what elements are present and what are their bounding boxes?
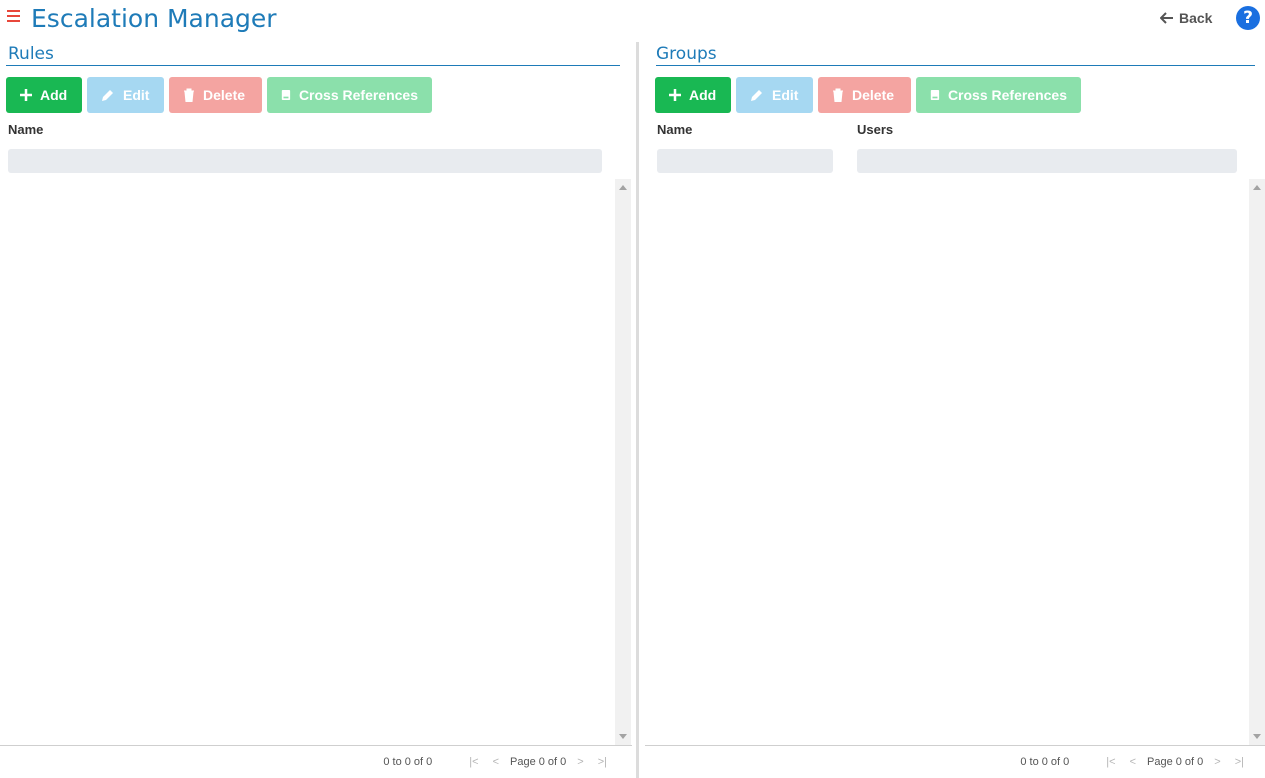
rules-toolbar: Add Edit Delete Cross References	[6, 77, 432, 113]
scroll-down-icon[interactable]	[619, 734, 627, 739]
next-page-icon[interactable]: >	[577, 756, 583, 768]
groups-vertical-scrollbar[interactable]	[1249, 179, 1265, 745]
groups-edit-label: Edit	[772, 87, 799, 103]
trash-icon	[184, 88, 194, 102]
arrow-left-icon	[1160, 12, 1173, 24]
rules-add-label: Add	[40, 87, 68, 103]
last-page-icon[interactable]: >|	[1235, 756, 1244, 768]
app-header: Escalation Manager Back ?	[0, 0, 1265, 38]
groups-edit-button[interactable]: Edit	[736, 77, 813, 113]
page-title: Escalation Manager	[31, 4, 277, 33]
hamburger-menu-icon[interactable]	[7, 10, 20, 22]
trash-icon	[833, 88, 843, 102]
rules-edit-button[interactable]: Edit	[87, 77, 164, 113]
groups-delete-button[interactable]: Delete	[818, 77, 911, 113]
groups-column-name-header[interactable]: Name	[657, 122, 692, 137]
book-icon	[930, 90, 940, 100]
pencil-icon	[102, 90, 113, 101]
groups-cross-references-button[interactable]: Cross References	[916, 77, 1081, 113]
rules-column-name-header[interactable]: Name	[8, 122, 43, 137]
groups-page-indicator: Page 0 of 0	[1147, 756, 1204, 768]
groups-title-divider	[656, 65, 1255, 66]
rules-grid-body	[0, 179, 615, 745]
previous-page-icon[interactable]: <	[493, 756, 499, 768]
groups-column-users-header[interactable]: Users	[857, 122, 893, 137]
groups-cross-references-label: Cross References	[947, 87, 1067, 103]
scroll-down-icon[interactable]	[1253, 734, 1261, 739]
groups-title: Groups	[656, 44, 717, 64]
groups-grid-body	[645, 179, 1249, 745]
rules-pagination-footer: 0 to 0 of 0 |< < Page 0 of 0 > >|	[0, 745, 632, 778]
groups-delete-label: Delete	[852, 87, 895, 103]
question-circle-icon[interactable]: ?	[1236, 6, 1260, 30]
rules-title: Rules	[8, 44, 54, 64]
rules-row-summary: 0 to 0 of 0	[383, 756, 433, 768]
groups-name-filter-input[interactable]	[657, 149, 833, 173]
rules-add-button[interactable]: Add	[6, 77, 82, 113]
last-page-icon[interactable]: >|	[598, 756, 607, 768]
rules-cross-references-label: Cross References	[298, 87, 418, 103]
scroll-up-icon[interactable]	[619, 185, 627, 190]
rules-delete-label: Delete	[203, 87, 246, 103]
scroll-up-icon[interactable]	[1253, 185, 1261, 190]
first-page-icon[interactable]: |<	[1106, 756, 1115, 768]
rules-vertical-scrollbar[interactable]	[615, 179, 631, 745]
back-label: Back	[1179, 10, 1213, 26]
next-page-icon[interactable]: >	[1214, 756, 1220, 768]
first-page-icon[interactable]: |<	[469, 756, 478, 768]
rules-title-divider	[6, 65, 620, 66]
back-button[interactable]: Back	[1160, 8, 1212, 28]
plus-icon	[669, 89, 681, 101]
groups-add-button[interactable]: Add	[655, 77, 731, 113]
panel-splitter[interactable]	[636, 42, 639, 778]
rules-edit-label: Edit	[123, 87, 150, 103]
rules-panel: Rules Add Edit Delete Cross References N…	[0, 42, 632, 778]
groups-pagination-footer: 0 to 0 of 0 |< < Page 0 of 0 > >|	[645, 745, 1265, 778]
groups-toolbar: Add Edit Delete Cross References	[655, 77, 1081, 113]
book-icon	[281, 90, 291, 100]
groups-row-summary: 0 to 0 of 0	[1020, 756, 1070, 768]
rules-delete-button[interactable]: Delete	[169, 77, 262, 113]
previous-page-icon[interactable]: <	[1130, 756, 1136, 768]
plus-icon	[20, 89, 32, 101]
groups-users-filter-input[interactable]	[857, 149, 1237, 173]
groups-panel: Groups Add Edit Delete Cross References …	[645, 42, 1265, 778]
rules-cross-references-button[interactable]: Cross References	[267, 77, 432, 113]
pencil-icon	[751, 90, 762, 101]
rules-page-indicator: Page 0 of 0	[510, 756, 567, 768]
groups-add-label: Add	[689, 87, 717, 103]
rules-name-filter-input[interactable]	[8, 149, 602, 173]
